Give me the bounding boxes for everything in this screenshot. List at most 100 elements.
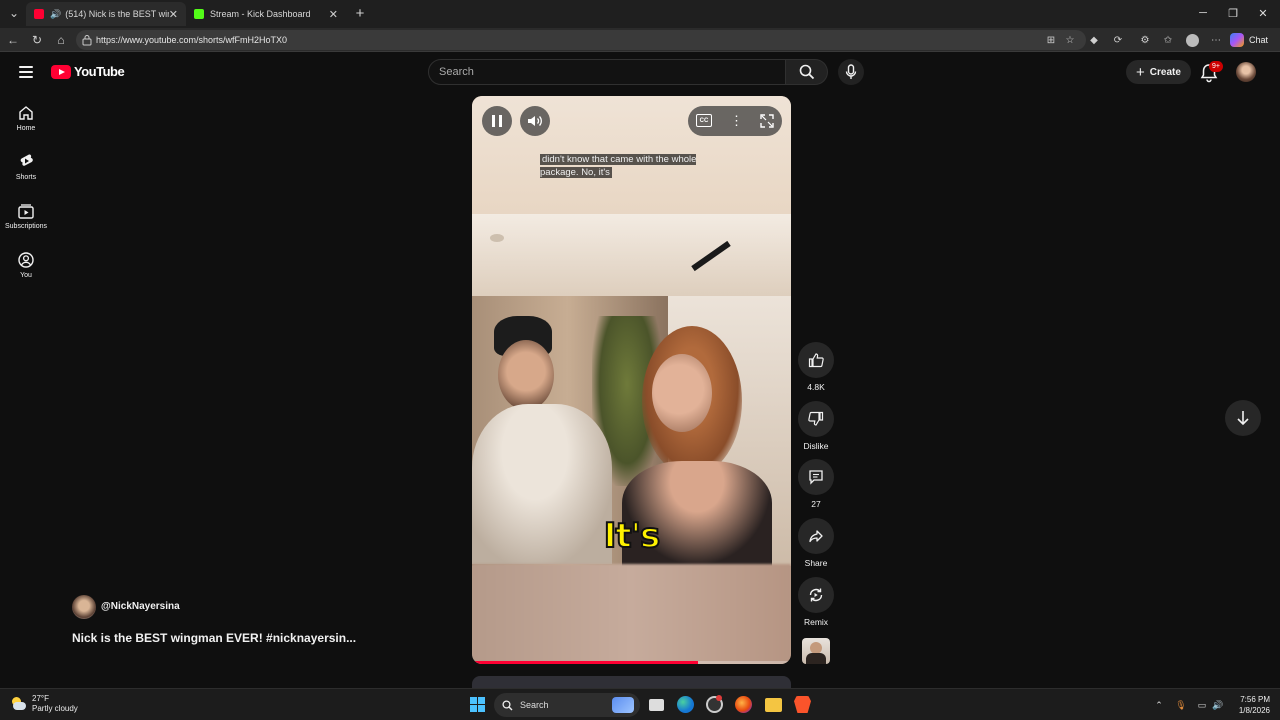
network-icon[interactable]: ▭ [1196,699,1208,711]
comments-button[interactable]: 27 [796,459,836,509]
microphone-in-use-icon[interactable]: 🎙 [1175,699,1187,711]
show-hidden-icons-icon[interactable]: ⌃ [1153,699,1165,711]
brave-browser-icon[interactable] [794,696,811,713]
profile-icon[interactable] [1185,33,1199,47]
minimize-icon[interactable]: ─ [1190,4,1216,22]
fullscreen-icon[interactable] [760,114,774,128]
like-circle [798,342,834,378]
clock-time: 7:56 PM [1240,695,1270,704]
captions-icon[interactable]: CC [696,114,712,127]
back-icon[interactable]: ← [3,31,23,49]
address-bar-row: ← ↻ ⌂ https://www.youtube.com/shorts/wfF… [0,28,1280,52]
tab-youtube[interactable]: 🔊 (514) Nick is the BEST wingm ✕ [26,2,186,26]
closed-caption-text: didn't know that came with the whole pac… [540,154,697,178]
tab-title: (514) Nick is the BEST wingm [65,9,169,19]
more-vertical-icon[interactable]: ⋮ [730,112,743,130]
like-button[interactable]: 4.8K [796,342,836,392]
extension-diamond-icon[interactable]: ◆ [1087,33,1101,47]
comment-icon [809,470,823,485]
share-button[interactable]: Share [796,518,836,568]
sidebar-item-label: Home [16,125,36,132]
copilot-chat-button[interactable]: Chat [1226,31,1274,49]
volume-tray-icon[interactable]: 🔊 [1212,699,1224,711]
shorts-icon [20,154,33,166]
arrow-down-icon [1237,411,1249,426]
volume-button[interactable] [520,106,550,136]
sidebar-item-label: You [20,272,32,279]
remix-button[interactable]: Remix [796,577,836,627]
lock-icon [82,35,92,46]
taskbar-search-label: Search [520,700,549,710]
chat-label: Chat [1248,35,1268,45]
home-icon [19,106,33,120]
close-tab-icon[interactable]: ✕ [169,8,178,21]
extensions-icon[interactable]: ⚙ [1138,33,1152,47]
taskbar-clock[interactable]: 7:56 PM 1/8/2026 [1226,694,1270,716]
youtube-logo[interactable]: YouTube [51,64,125,79]
create-button[interactable]: + Create [1126,60,1191,84]
speaker-icon: 🔊 [50,8,62,19]
pause-button[interactable] [482,106,512,136]
search-input[interactable]: Search [428,59,786,85]
more-options-icon[interactable]: ⋯ [1209,33,1223,47]
windows-taskbar: 27°F Partly cloudy Search ⌃ 🎙 ▭ 🔊 7:56 P… [0,688,1280,720]
app-available-icon[interactable]: ⊞ [1044,33,1058,47]
hamburger-menu-icon[interactable] [16,62,36,82]
favorite-star-icon[interactable]: ☆ [1063,33,1077,47]
voice-search-button[interactable] [838,59,864,85]
favorites-icon[interactable]: ✩ [1161,33,1175,47]
video-frame-lower [472,564,791,664]
progress-bar[interactable] [472,661,791,664]
edge-browser-icon[interactable] [677,696,694,713]
weather-widget[interactable]: 27°F Partly cloudy [10,694,78,714]
youtube-header: YouTube Search + Create 9+ [0,52,1280,92]
channel-name[interactable]: @NickNayersina [101,601,180,612]
url-text: https://www.youtube.com/shorts/wfFmH2HoT… [96,35,288,45]
subscriptions-icon [18,204,34,219]
new-tab-icon[interactable]: + [350,4,370,22]
firefox-icon[interactable] [735,696,752,713]
next-short-button[interactable] [1225,400,1261,436]
sidebar-item-shorts[interactable]: Shorts [0,153,52,197]
extension-refresh-icon[interactable]: ⟳ [1111,33,1125,47]
search-button[interactable] [786,59,828,85]
clock-date: 1/8/2026 [1238,706,1270,715]
sidebar-item-you[interactable]: You [0,251,52,295]
file-explorer-icon[interactable] [765,698,782,712]
refresh-icon[interactable]: ↻ [27,31,47,49]
shorts-video-player[interactable]: CC ⋮ didn't know that came with the whol… [472,96,791,664]
windows-start-icon[interactable] [470,697,485,712]
sound-thumbnail[interactable] [802,638,830,664]
search-highlight-icon [612,697,634,713]
partly-cloudy-icon [10,697,26,711]
sidebar-item-home[interactable]: Home [0,104,52,148]
tab-actions-chevron-icon[interactable]: ⌄ [4,4,24,22]
search-icon [799,64,814,80]
restore-icon[interactable]: ❐ [1220,4,1246,22]
weather-desc: Partly cloudy [32,704,78,713]
search-placeholder: Search [439,66,474,78]
sidebar-item-label: Shorts [15,174,37,181]
progress-fill [472,661,699,664]
search-icon [502,699,513,710]
url-field[interactable]: https://www.youtube.com/shorts/wfFmH2HoT… [76,30,1086,50]
microphone-icon [845,64,857,79]
task-view-icon[interactable] [649,699,664,711]
notification-count-badge: 9+ [1209,61,1223,72]
tab-kick[interactable]: Stream - Kick Dashboard ✕ [186,2,346,26]
channel-avatar[interactable] [72,595,96,619]
home-browser-icon[interactable]: ⌂ [51,31,71,49]
share-circle [798,518,834,554]
video-title[interactable]: Nick is the BEST wingman EVER! #nicknaye… [72,631,356,645]
next-short-preview[interactable] [472,676,791,688]
volume-icon [528,116,542,126]
account-avatar[interactable] [1236,62,1256,82]
dislike-button[interactable]: Dislike [796,401,836,451]
taskbar-search[interactable]: Search [494,693,640,717]
sidebar-item-subscriptions[interactable]: Subscriptions [0,202,52,246]
close-window-icon[interactable]: ✕ [1250,4,1276,22]
browser-tab-strip: ⌄ 🔊 (514) Nick is the BEST wingm ✕ Strea… [0,0,1280,28]
close-tab-icon[interactable]: ✕ [329,8,338,21]
dislike-label: Dislike [803,441,829,451]
comment-count: 27 [811,499,821,509]
